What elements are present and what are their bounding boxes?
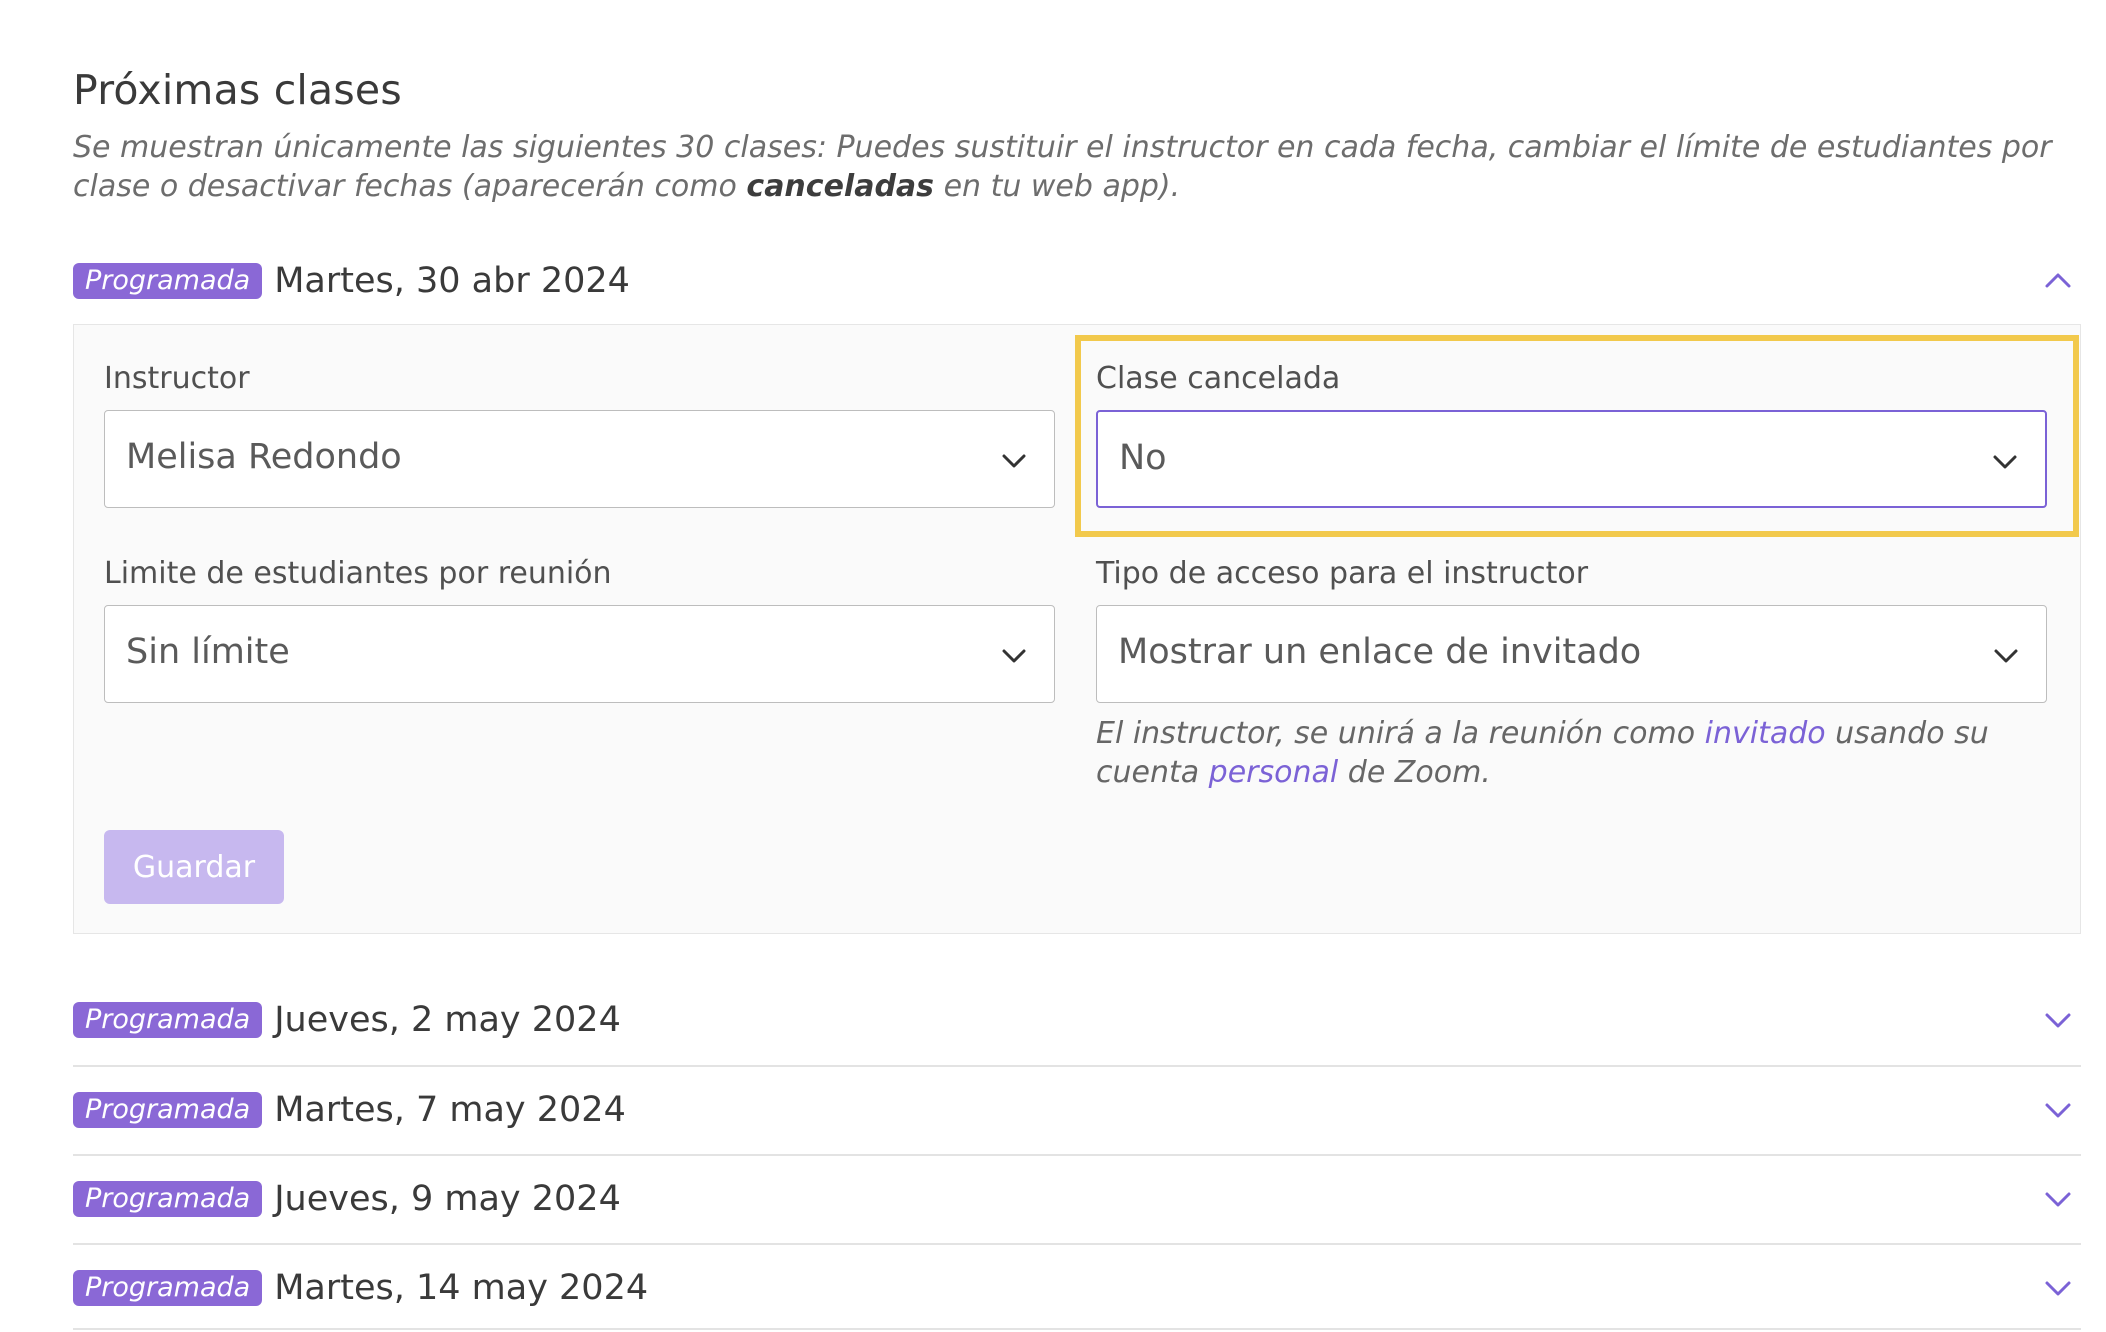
chevron-down-icon[interactable] [2043,1005,2073,1035]
class-date: Martes, 14 may 2024 [274,1268,649,1308]
hint-link-personal[interactable]: personal [1209,755,1339,790]
page: Próximas clases Se muestran únicamente l… [0,0,2106,1332]
cancelled-label: Clase cancelada [1096,361,1341,396]
status-badge: Programada [73,1270,263,1306]
class-row[interactable]: Programada Martes, 7 may 2024 [73,1080,2081,1140]
instructor-value: Melisa Redondo [126,437,402,477]
chevron-down-icon[interactable] [2043,1184,2073,1214]
cancelled-select[interactable]: No [1096,410,2047,508]
chevron-down-icon [1000,447,1028,479]
hint-link-invitado[interactable]: invitado [1705,716,1826,751]
instructor-label: Instructor [104,361,250,396]
chevron-down-icon [1991,448,2019,480]
status-badge: Programada [73,1181,263,1217]
chevron-down-icon[interactable] [2043,1095,2073,1125]
class-date: Martes, 30 abr 2024 [274,261,630,301]
class-details-panel: Instructor Melisa Redondo Clase cancelad… [73,324,2081,934]
access-label: Tipo de acceso para el instructor [1096,556,1589,591]
hint-text: El instructor, se unirá a la reunión com… [1096,716,1705,751]
limit-label: Limite de estudiantes por reunión [104,556,612,591]
cancelled-value: No [1119,438,1167,478]
chevron-up-icon[interactable] [2043,266,2073,296]
description-bold: canceladas [746,169,935,204]
page-description: Se muestran únicamente las siguientes 30… [73,128,2063,206]
row-divider [73,1065,2081,1067]
class-row[interactable]: Programada Jueves, 9 may 2024 [73,1169,2081,1229]
access-value: Mostrar un enlace de invitado [1118,632,1642,672]
instructor-select[interactable]: Melisa Redondo [104,410,1055,508]
chevron-down-icon [1000,642,1028,674]
save-button[interactable]: Guardar [104,830,284,904]
chevron-down-icon [1992,642,2020,674]
chevron-down-icon[interactable] [2043,1273,2073,1303]
access-hint: El instructor, se unirá a la reunión com… [1096,714,1996,792]
class-date: Martes, 7 may 2024 [274,1090,626,1130]
status-badge: Programada [73,263,263,299]
class-row[interactable]: Programada Jueves, 2 may 2024 [73,990,2081,1050]
description-text-end: en tu web app). [934,169,1181,204]
access-select[interactable]: Mostrar un enlace de invitado [1096,605,2047,703]
page-title: Próximas clases [73,66,402,114]
class-row-expanded[interactable]: Programada Martes, 30 abr 2024 [73,251,2081,311]
class-date: Jueves, 9 may 2024 [274,1179,621,1219]
hint-text: de Zoom. [1338,755,1491,790]
row-divider [73,1243,2081,1245]
limit-value: Sin límite [126,632,290,672]
class-date: Jueves, 2 may 2024 [274,1000,621,1040]
status-badge: Programada [73,1092,263,1128]
row-divider [73,1154,2081,1156]
limit-select[interactable]: Sin límite [104,605,1055,703]
class-row[interactable]: Programada Martes, 14 may 2024 [73,1258,2081,1318]
row-divider [73,1328,2081,1330]
status-badge: Programada [73,1002,263,1038]
